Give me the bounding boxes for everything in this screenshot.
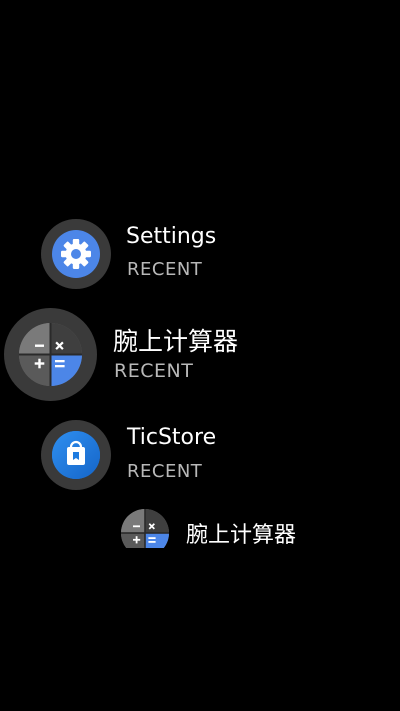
app-subtitle: RECENT (114, 360, 194, 382)
app-subtitle: RECENT (127, 259, 203, 280)
calculator-icon (19, 323, 82, 386)
list-bottom-mask (0, 548, 400, 711)
app-subtitle: RECENT (127, 461, 203, 482)
app-name: Settings (126, 224, 217, 249)
app-name: 腕上计算器 (186, 523, 297, 548)
shopping-bag-icon (52, 431, 100, 479)
app-icon-ring[interactable] (41, 420, 111, 490)
app-name-clip: 腕上计算器 (180, 515, 304, 548)
app-name: 腕上计算器 (113, 327, 239, 356)
app-icon-ring[interactable] (4, 308, 97, 401)
app-icon-ring[interactable] (41, 219, 111, 289)
gear-icon (52, 230, 100, 278)
recent-apps-list: Settings RECENT 腕上计算器 RECENT TicStore RE… (0, 0, 400, 711)
app-name: TicStore (127, 425, 217, 450)
